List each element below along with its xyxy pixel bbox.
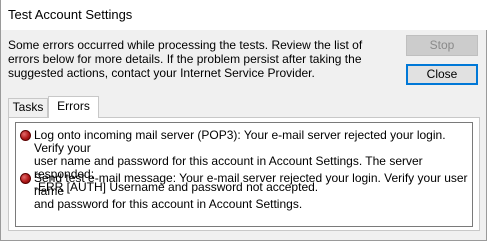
- window-title: Test Account Settings: [8, 7, 133, 22]
- list-item[interactable]: Send test e-mail message: Your e-mail se…: [20, 172, 468, 211]
- stop-button[interactable]: Stop: [406, 35, 478, 56]
- tab-tasks[interactable]: Tasks: [8, 98, 48, 117]
- error-icon: [20, 130, 31, 141]
- tab-errors[interactable]: Errors: [48, 96, 99, 118]
- list-item[interactable]: Log onto incoming mail server (POP3): Yo…: [20, 129, 468, 194]
- status-message: Some errors occurred while processing th…: [8, 38, 363, 80]
- test-account-settings-dialog: Test Account Settings Some errors occurr…: [0, 0, 487, 241]
- error-list[interactable]: Log onto incoming mail server (POP3): Yo…: [15, 122, 473, 227]
- title-bar[interactable]: Test Account Settings: [1, 0, 487, 30]
- close-button[interactable]: Close: [406, 64, 478, 85]
- errors-tab-panel: Log onto incoming mail server (POP3): Yo…: [8, 117, 480, 231]
- error-message: Send test e-mail message: Your e-mail se…: [34, 171, 468, 211]
- error-icon: [20, 173, 31, 184]
